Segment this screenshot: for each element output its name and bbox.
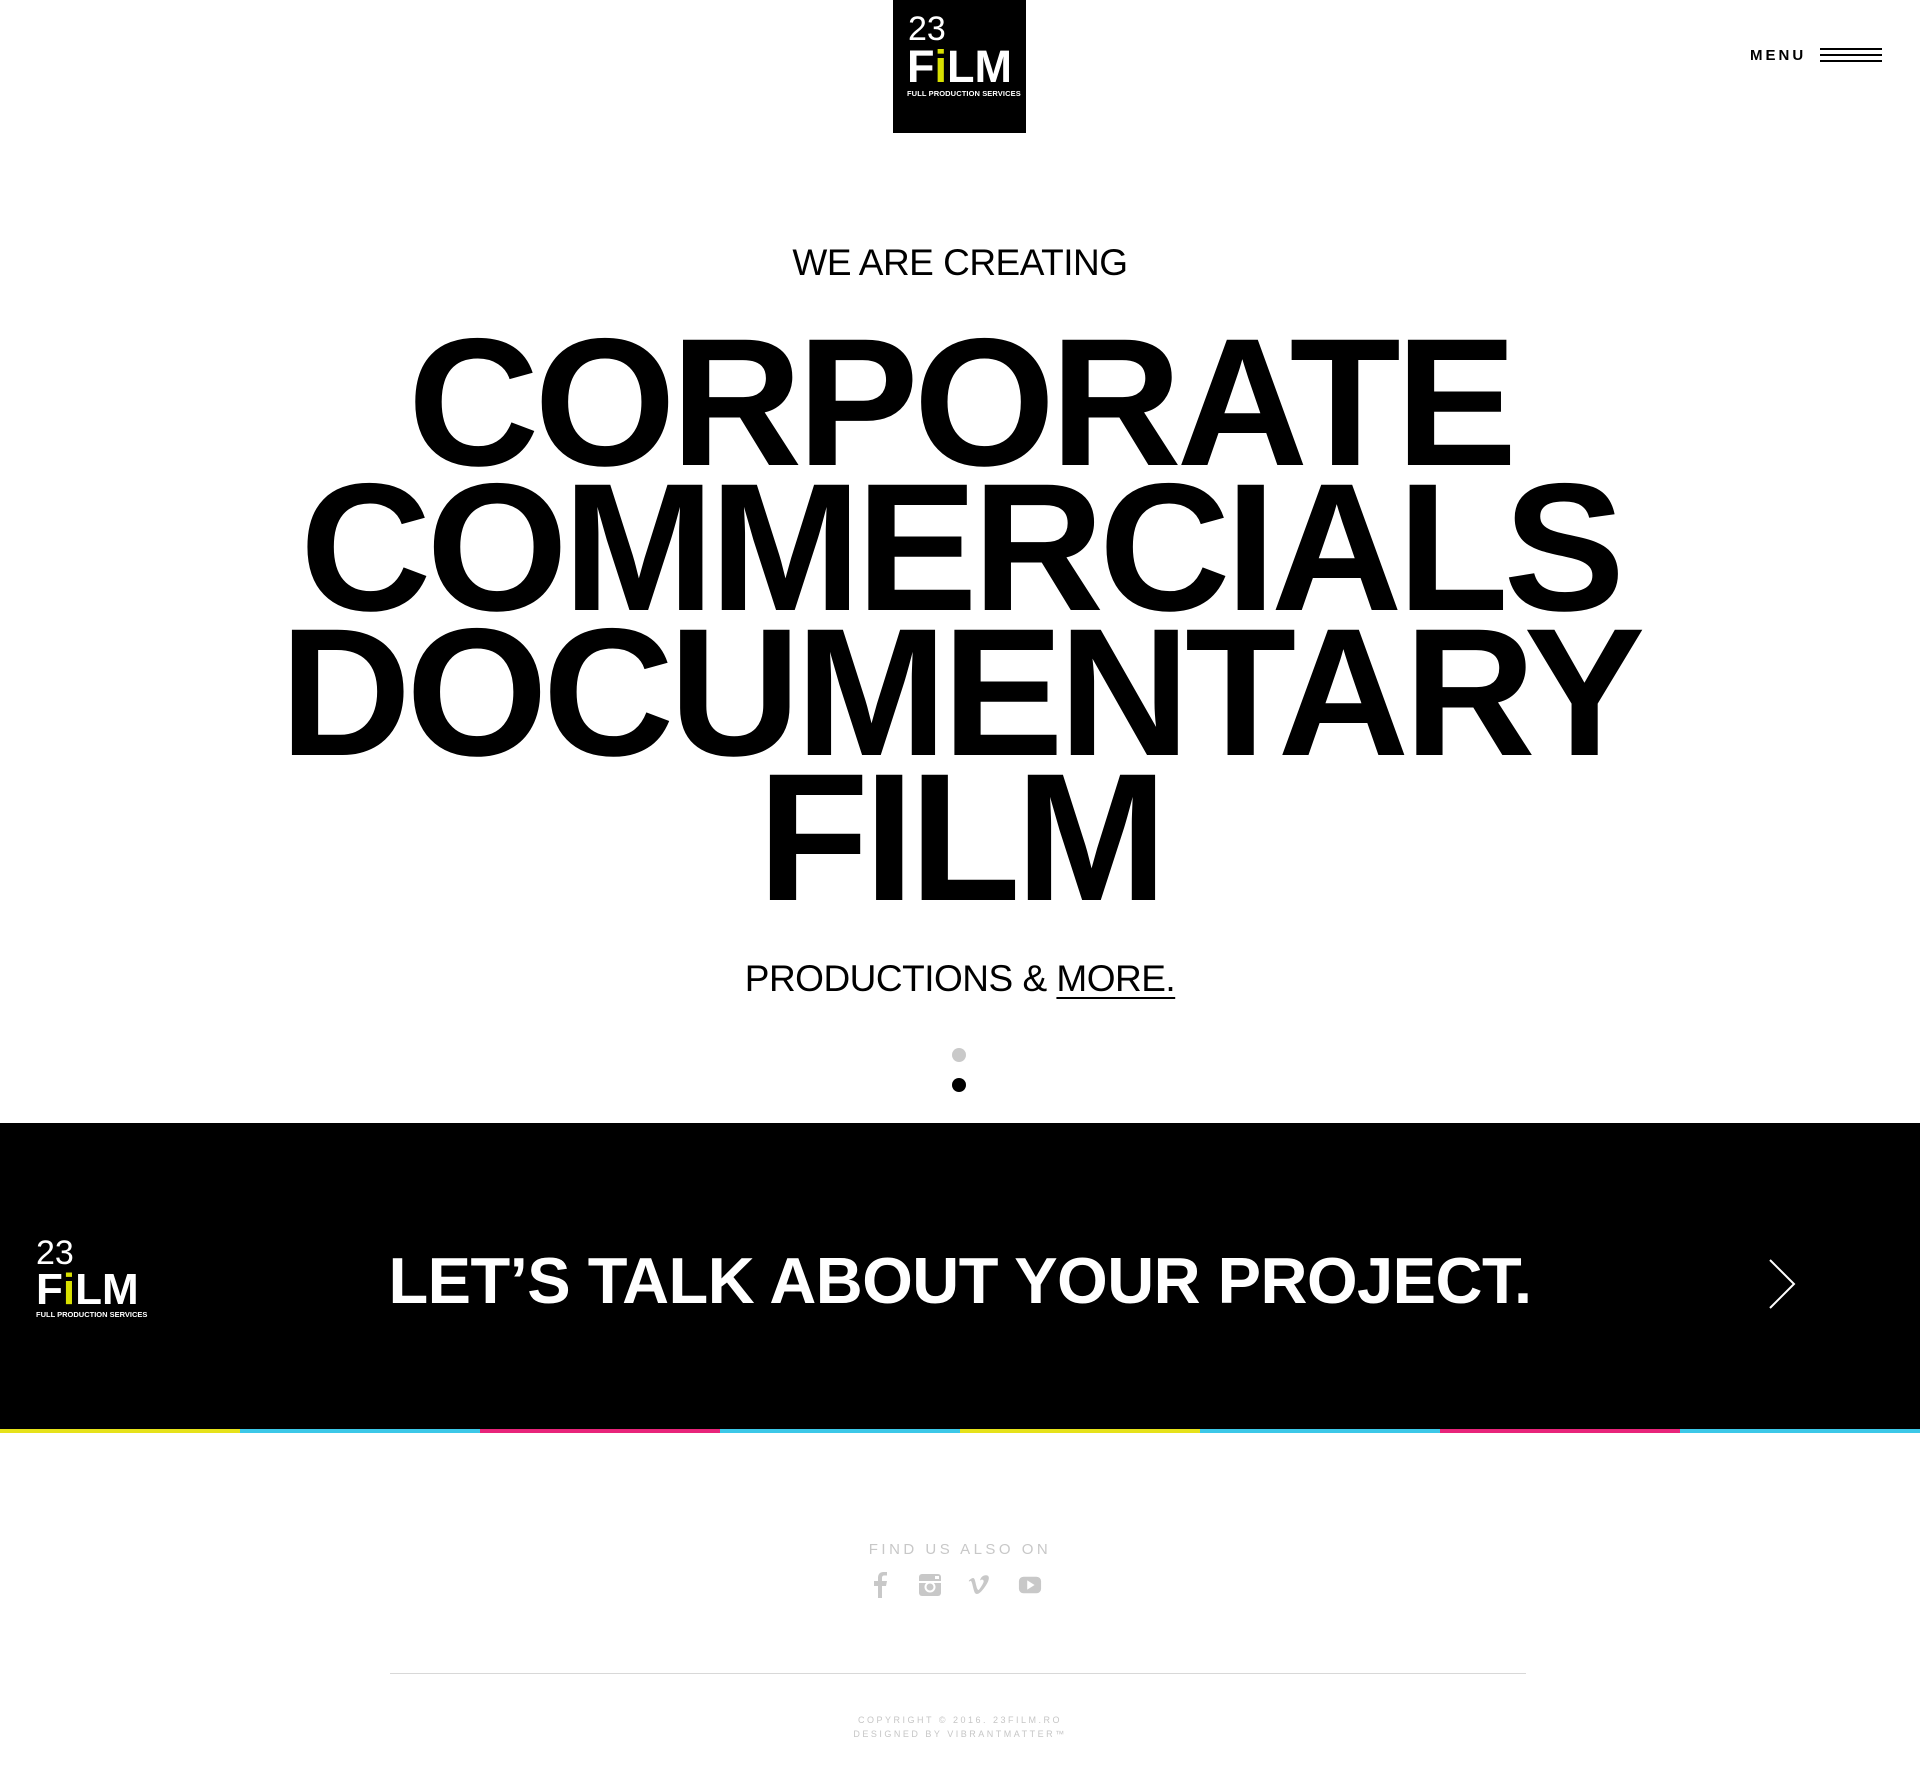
cta-title[interactable]: LET’S TALK ABOUT YOUR PROJECT. xyxy=(0,1243,1920,1318)
stripe-segment xyxy=(480,1429,720,1433)
hero-words: CORPORATE COMMERCIALS DOCUMENTARY FILM xyxy=(0,311,1920,928)
stripe-segment xyxy=(1200,1429,1440,1433)
hero-outro-text: PRODUCTIONS & xyxy=(744,958,1057,999)
more-link[interactable]: MORE. xyxy=(1056,958,1175,999)
vimeo-icon[interactable] xyxy=(968,1572,992,1598)
logo-word: FiLM xyxy=(907,41,1012,92)
hero-intro: WE ARE CREATING xyxy=(792,242,1128,283)
slide-dot[interactable] xyxy=(952,1048,966,1062)
stripe-segment xyxy=(0,1429,240,1433)
menu-label: MENU xyxy=(1750,46,1807,64)
social-links xyxy=(868,1572,1042,1598)
instagram-icon[interactable] xyxy=(918,1572,942,1598)
stripe-segment xyxy=(720,1429,960,1433)
stripe-segment xyxy=(1440,1429,1680,1433)
stripe-segment xyxy=(1680,1429,1920,1433)
site-logo[interactable]: 23 FiLM FULL PRODUCTION SERVICES xyxy=(893,0,1026,133)
stripe-segment xyxy=(240,1429,480,1433)
youtube-icon[interactable] xyxy=(1018,1572,1042,1598)
hero-outro: PRODUCTIONS & MORE. xyxy=(0,958,1920,1000)
footer-divider xyxy=(390,1673,1526,1674)
copyright-block: COPYRIGHT © 2016. 23FILM.RO DESIGNED BY … xyxy=(0,1713,1920,1741)
cta-band[interactable]: 23 FiLM FULL PRODUCTION SERVICES LET’S T… xyxy=(0,1123,1920,1429)
hamburger-icon xyxy=(1820,45,1883,65)
menu-button[interactable]: MENU xyxy=(1750,40,1883,70)
find-us-label: FIND US ALSO ON xyxy=(868,1541,1052,1558)
facebook-icon[interactable] xyxy=(868,1572,892,1598)
logo-tagline: FULL PRODUCTION SERVICES xyxy=(907,89,1021,98)
copyright-text: COPYRIGHT © 2016. 23FILM.RO xyxy=(857,1715,1062,1725)
stripe-segment xyxy=(960,1429,1200,1433)
color-stripe xyxy=(0,1429,1920,1433)
slide-dot-active[interactable] xyxy=(952,1078,966,1092)
designed-by-text: DESIGNED BY VIBRANTMATTER™ xyxy=(853,1729,1067,1739)
slide-dots xyxy=(952,1048,966,1108)
chevron-right-icon[interactable] xyxy=(1762,1254,1802,1314)
